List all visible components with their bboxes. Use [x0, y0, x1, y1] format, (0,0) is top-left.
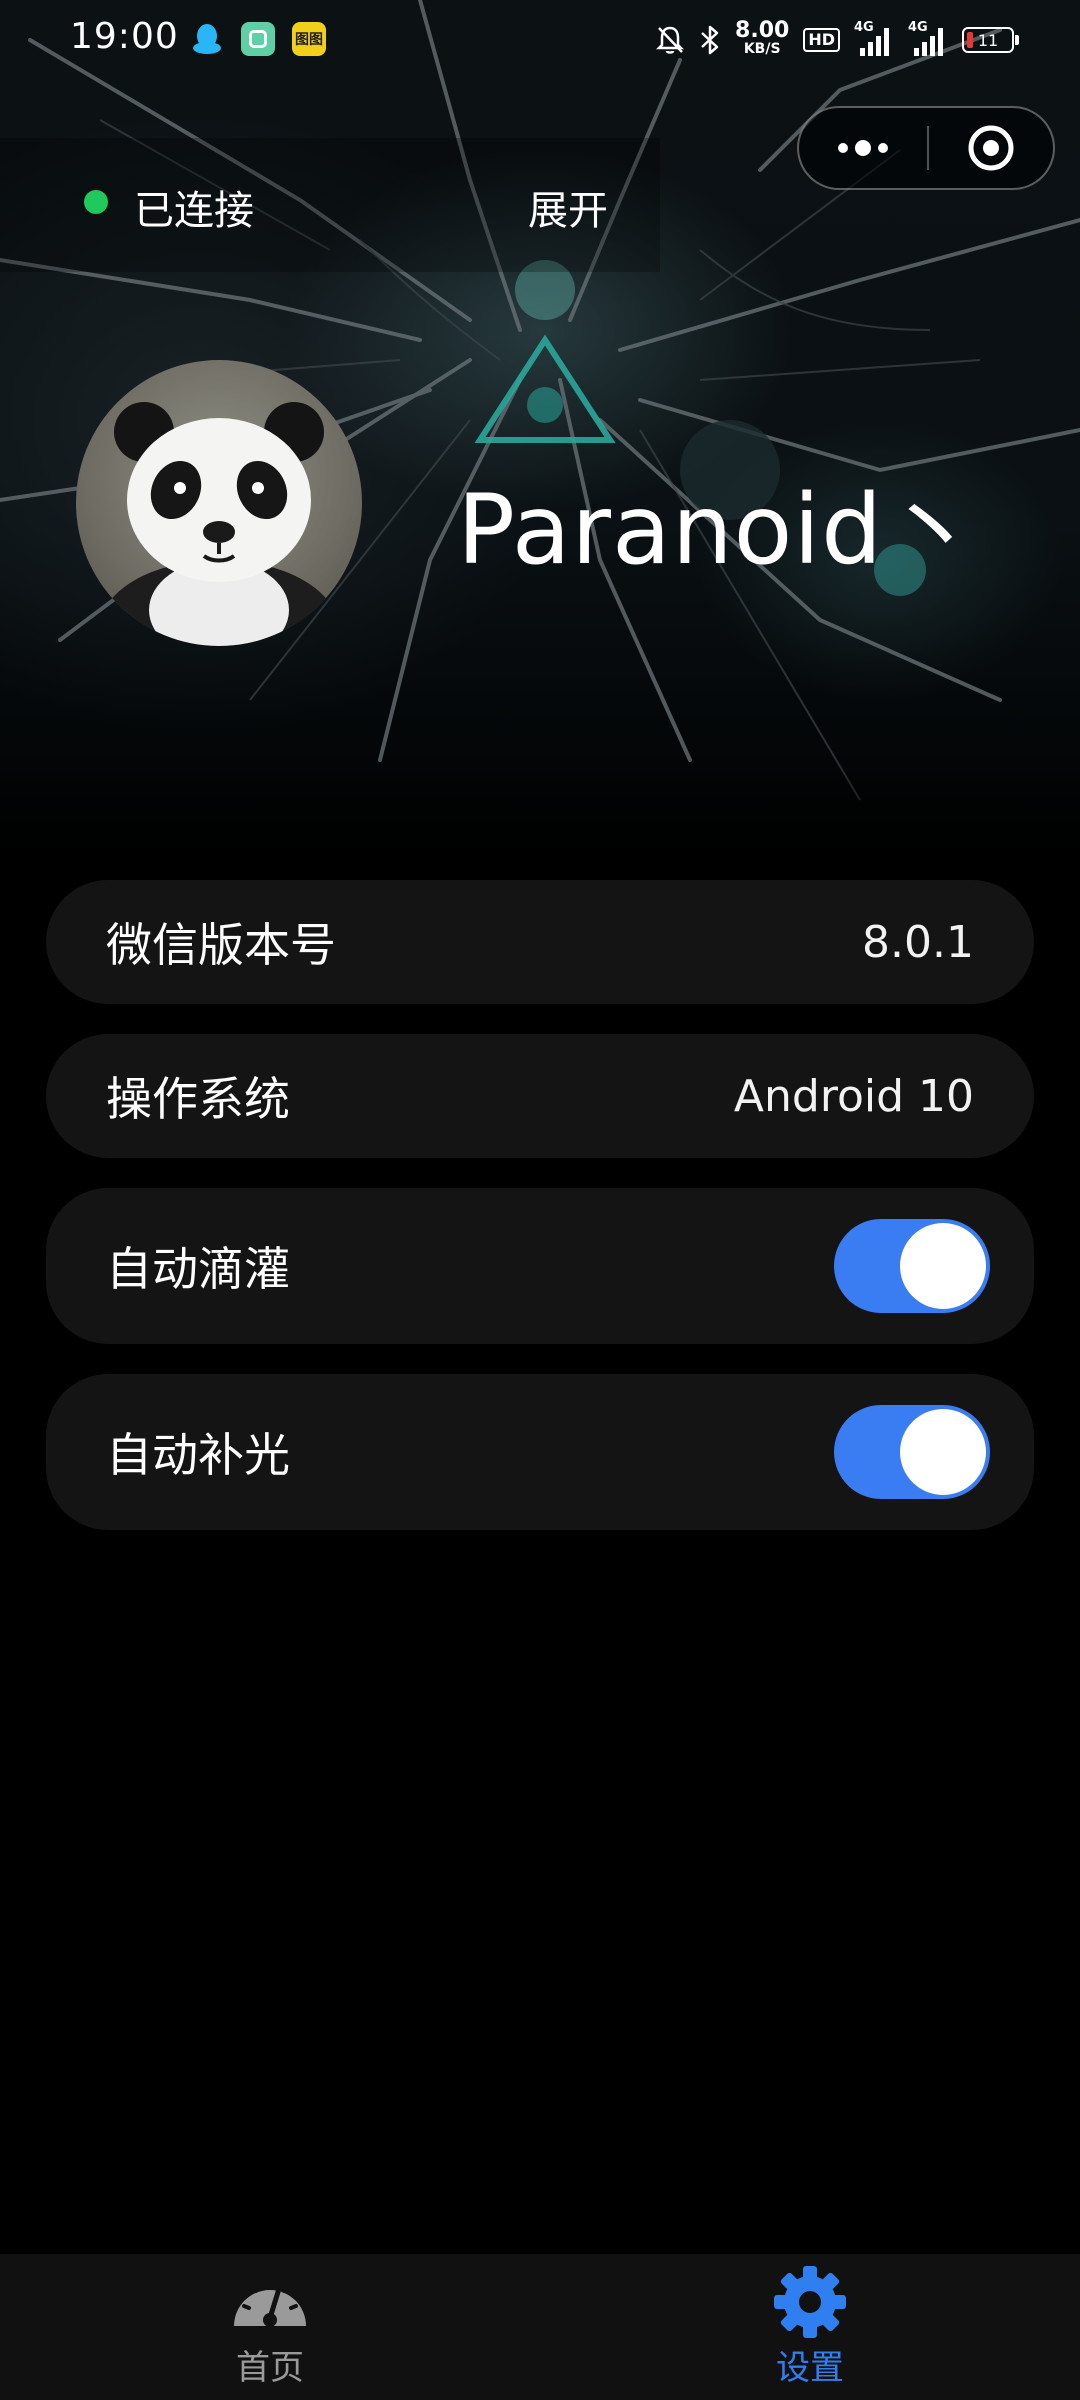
signal-1-label: 4G	[854, 20, 874, 35]
tab-home[interactable]: 首页	[0, 2254, 540, 2400]
auto-light-row: 自动补光	[46, 1374, 1034, 1530]
wechat-version-label: 微信版本号	[106, 918, 336, 972]
os-value: Android 10	[733, 1070, 974, 1122]
target-close-icon	[968, 125, 1014, 171]
os-row: 操作系统 Android 10	[46, 1034, 1034, 1158]
close-mini-program-button[interactable]	[929, 108, 1053, 188]
toggle-knob	[900, 1409, 986, 1495]
gear-icon	[774, 2266, 846, 2338]
tab-home-label: 首页	[236, 2348, 304, 2388]
bluetooth-icon	[701, 25, 719, 55]
avatar[interactable]	[76, 360, 362, 646]
tab-bar: 首页 设置	[0, 2254, 1080, 2400]
qq-icon	[190, 22, 224, 56]
signal-2-label: 4G	[908, 20, 928, 35]
tab-settings[interactable]: 设置	[540, 2254, 1080, 2400]
expand-button[interactable]: 展开	[528, 178, 608, 236]
battery-icon: 11	[962, 27, 1019, 53]
os-label: 操作系统	[106, 1072, 290, 1126]
picture-app-label: 图图	[295, 32, 323, 48]
network-speed: 8.00 KB/S	[735, 18, 790, 58]
more-dots-icon	[838, 140, 888, 156]
status-time: 19:00	[70, 16, 179, 57]
wechat-version-row: 微信版本号 8.0.1	[46, 880, 1034, 1004]
picture-app-icon: 图图	[292, 22, 326, 56]
auto-light-toggle[interactable]	[834, 1405, 990, 1499]
mini-program-capsule	[797, 106, 1055, 190]
hd-voice-badge: HD	[803, 28, 840, 52]
panda-avatar-image	[99, 402, 339, 646]
auto-irrigation-row: 自动滴灌	[46, 1188, 1034, 1344]
connection-status-dot	[84, 190, 108, 214]
auto-irrigation-toggle[interactable]	[834, 1219, 990, 1313]
more-button[interactable]	[799, 108, 927, 188]
status-bar: 19:00 图图 8.00 KB/S HD 4G 4G 11	[0, 0, 1080, 80]
connection-status: 已连接	[134, 188, 254, 234]
signal-4g-icon-2: 4G	[908, 20, 948, 56]
wechat-version-value: 8.0.1	[862, 916, 974, 968]
username: Paranoid丶	[457, 474, 980, 586]
tab-settings-label: 设置	[776, 2348, 844, 2388]
auto-light-label: 自动补光	[106, 1428, 290, 1482]
hero-fade	[0, 760, 1080, 880]
auto-irrigation-label: 自动滴灌	[106, 1242, 290, 1296]
bell-muted-icon	[656, 26, 685, 54]
battery-level: 11	[977, 30, 999, 50]
network-speed-value: 8.00	[735, 18, 790, 43]
status-indicators: 8.00 KB/S HD 4G 4G 11	[655, 18, 1019, 62]
mini-program-icon	[241, 22, 275, 56]
network-speed-unit: KB/S	[743, 41, 781, 57]
signal-4g-icon: 4G	[854, 20, 894, 56]
toggle-knob	[900, 1223, 986, 1309]
dashboard-gauge-icon	[234, 2276, 306, 2327]
